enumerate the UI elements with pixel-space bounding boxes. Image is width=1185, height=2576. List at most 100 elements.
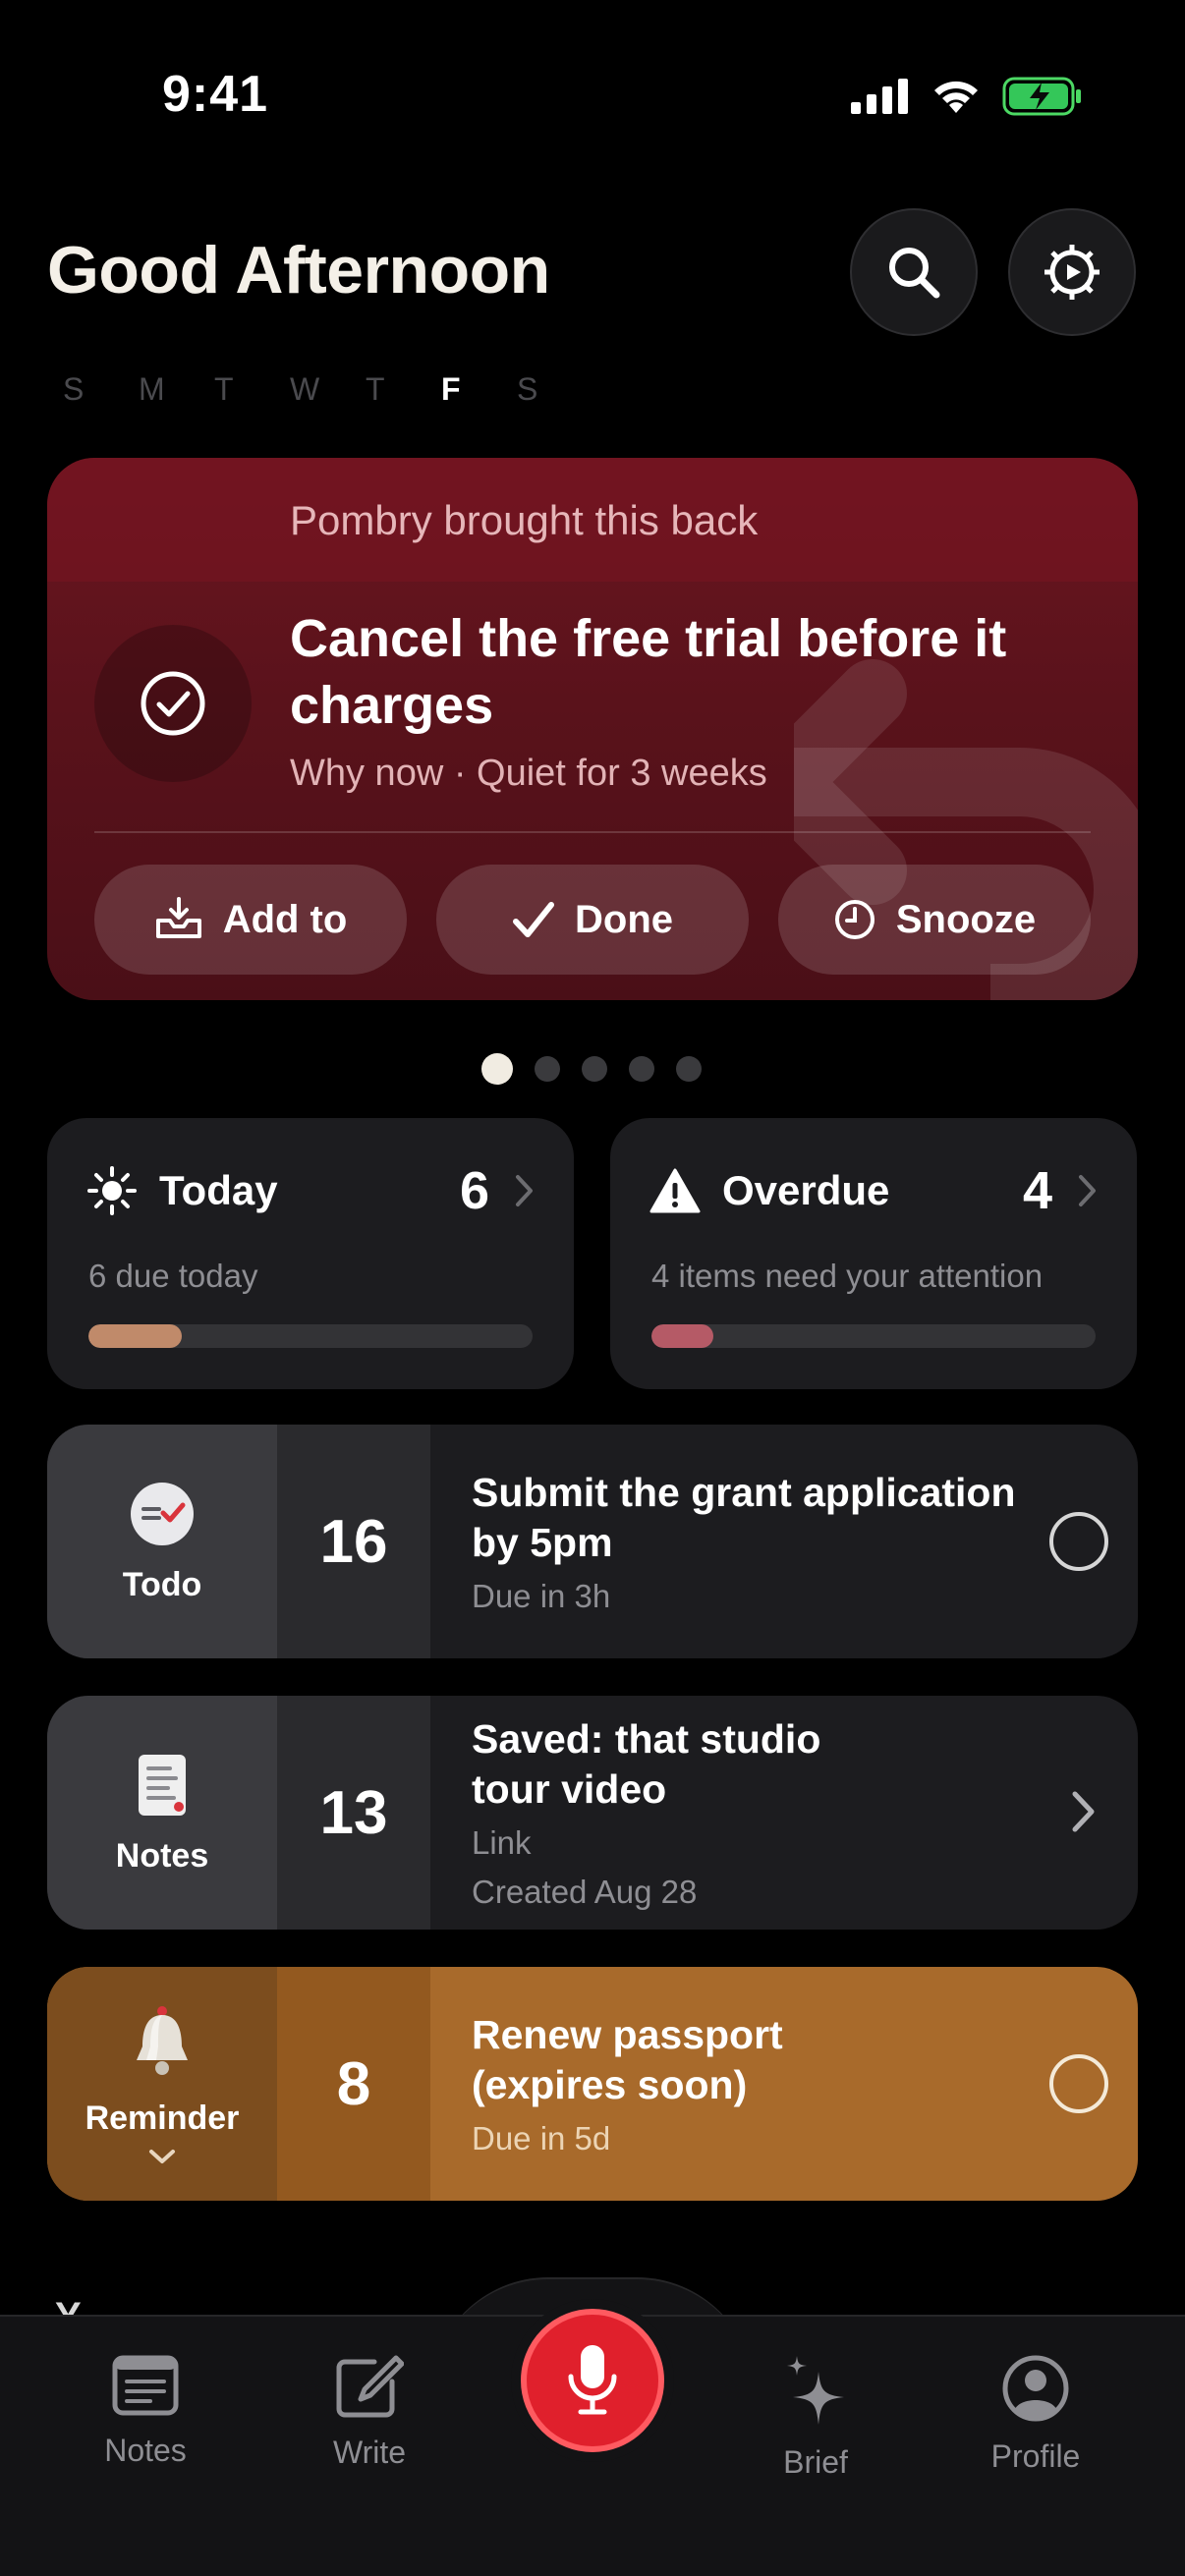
chevron-down-icon[interactable] [147, 2148, 177, 2165]
today-subtitle: 6 due today [88, 1258, 258, 1294]
tab-profile-label: Profile [990, 2438, 1081, 2474]
today-title: Today [159, 1167, 278, 1213]
carousel-pager [481, 1053, 702, 1085]
sparkles-icon [787, 2356, 844, 2425]
reminder-row[interactable]: Reminder 8 Renew passport (expires soon)… [47, 1967, 1138, 2201]
hero-kicker: Pombry brought this back [290, 497, 759, 543]
tab-notes-label: Notes [104, 2433, 187, 2468]
notes-count: 13 [277, 1696, 430, 1930]
weekday-strip: S M T W T F S [63, 371, 592, 408]
todo-category[interactable]: Todo [47, 1425, 277, 1658]
pager-dot[interactable] [535, 1056, 560, 1082]
voice-record-button[interactable] [521, 2309, 664, 2452]
todo-count: 16 [277, 1425, 430, 1658]
todo-badge-icon [131, 1482, 194, 1545]
todo-content: Submit the grant application by 5pm Due … [472, 1425, 1022, 1658]
reminder-title: Renew passport (expires soon) [472, 2012, 783, 2107]
profile-icon [1002, 2355, 1069, 2422]
chevron-right-icon[interactable] [1071, 1790, 1097, 1833]
tab-profile[interactable]: Profile [947, 2354, 1124, 2475]
tray-download-icon [155, 897, 201, 938]
gear-icon [1044, 245, 1100, 300]
search-icon [889, 248, 940, 299]
wifi-icon [934, 81, 978, 113]
tab-write-label: Write [332, 2435, 407, 2470]
done-button[interactable]: Done [436, 865, 749, 975]
snooze-label: Snooze [895, 897, 1037, 941]
today-count: 6 [459, 1161, 489, 1220]
notes-content: Saved: that studio tour video Link Creat… [472, 1696, 1022, 1930]
status-bar: 9:41 [0, 0, 1185, 187]
status-icons [851, 77, 1083, 116]
bell-icon [137, 2005, 188, 2075]
tab-notes[interactable]: Notes [57, 2354, 234, 2469]
sun-icon [87, 1166, 137, 1215]
notes-row[interactable]: Notes 13 Saved: that studio tour video L… [47, 1696, 1138, 1930]
tab-brief[interactable]: Brief [727, 2354, 904, 2481]
snooze-button[interactable]: Snooze [778, 865, 1091, 975]
checkmark-icon [513, 902, 554, 937]
notes-type: Link [472, 1824, 532, 1861]
reminder-due: Due in 5d [472, 2120, 611, 2156]
todo-due: Due in 3h [472, 1578, 611, 1614]
todo-row[interactable]: Todo 16 Submit the grant application by … [47, 1425, 1138, 1658]
today-summary-header: Today 6 [86, 1161, 535, 1220]
weekday[interactable]: T [366, 371, 441, 408]
hero-divider [94, 831, 1091, 833]
weekday[interactable]: W [290, 371, 366, 408]
status-time: 9:41 [162, 66, 269, 123]
overdue-summary-card[interactable]: Overdue 4 4 items need your attention [610, 1118, 1137, 1389]
tab-write[interactable]: Write [281, 2354, 458, 2471]
reminder-category[interactable]: Reminder [47, 1967, 277, 2201]
notes-created: Created Aug 28 [472, 1874, 698, 1910]
today-progress-track [88, 1324, 533, 1348]
add-to-label: Add to [222, 897, 348, 941]
overdue-count: 4 [1022, 1161, 1052, 1220]
resurfaced-card[interactable]: Pombry brought this back Cancel the free… [47, 458, 1138, 1000]
pager-dot-active[interactable] [481, 1053, 513, 1085]
battery-icon [1002, 77, 1081, 116]
hero-actions: Add to Done Snooze [94, 865, 1091, 975]
notes-label: Notes [115, 1836, 209, 1875]
today-summary-card[interactable]: Today 6 6 due today [47, 1118, 574, 1389]
settings-button[interactable] [1008, 208, 1136, 336]
note-page-icon [139, 1754, 186, 1816]
weekday[interactable]: T [214, 371, 290, 408]
chevron-right-icon [516, 1175, 533, 1206]
today-progress-fill [88, 1324, 182, 1348]
weekday[interactable]: S [517, 371, 592, 408]
overdue-summary-header: Overdue 4 [649, 1161, 1098, 1220]
todo-label: Todo [122, 1565, 202, 1603]
cellular-signal-icon [851, 79, 908, 114]
pager-dot[interactable] [676, 1056, 702, 1082]
hero-subtitle: Why now · Quiet for 3 weeks [290, 753, 767, 794]
notes-category[interactable]: Notes [47, 1696, 277, 1930]
pager-dot[interactable] [582, 1056, 607, 1082]
overdue-title: Overdue [722, 1167, 890, 1213]
hero-title: Cancel the free trial before it charges [290, 609, 1007, 735]
warning-triangle-icon [649, 1168, 701, 1213]
weekday[interactable]: S [63, 371, 139, 408]
notes-icon [112, 2355, 179, 2416]
hero-complete-toggle[interactable] [94, 625, 252, 782]
reminder-content: Renew passport (expires soon) Due in 5d [472, 1967, 1022, 2201]
reminder-complete-checkbox[interactable] [1049, 2054, 1108, 2113]
reminder-label: Reminder [85, 2099, 240, 2137]
search-button[interactable] [850, 208, 978, 336]
tab-brief-label: Brief [783, 2444, 848, 2480]
done-label: Done [575, 897, 673, 941]
compose-icon [336, 2355, 404, 2418]
reminder-count: 8 [277, 1967, 430, 2201]
microphone-icon [568, 2345, 617, 2415]
notes-title: Saved: that studio tour video [472, 1716, 821, 1812]
weekday-active[interactable]: F [441, 371, 517, 408]
greeting-title: Good Afternoon [47, 233, 550, 308]
todo-complete-checkbox[interactable] [1049, 1512, 1108, 1571]
clock-icon [834, 900, 875, 939]
weekday[interactable]: M [139, 371, 214, 408]
overdue-progress-track [651, 1324, 1096, 1348]
overdue-subtitle: 4 items need your attention [651, 1258, 1044, 1294]
pager-dot[interactable] [629, 1056, 654, 1082]
check-circle-icon [141, 671, 205, 736]
add-to-button[interactable]: Add to [94, 865, 407, 975]
